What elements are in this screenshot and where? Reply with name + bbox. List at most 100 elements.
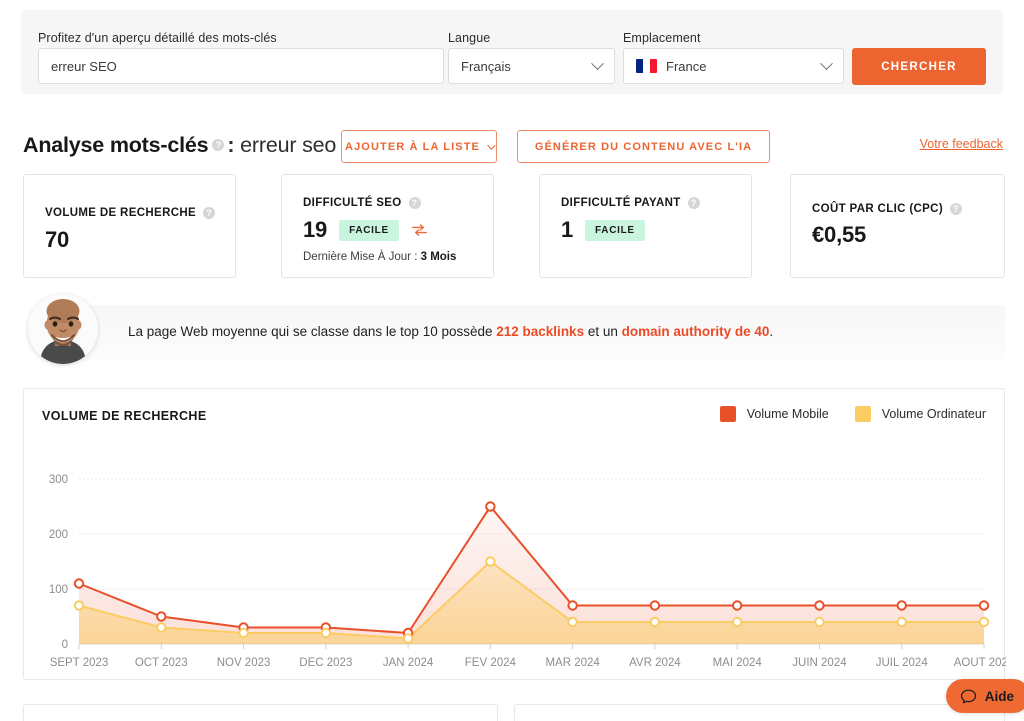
keyword-input[interactable] bbox=[51, 58, 431, 74]
x-axis-tick: FEV 2024 bbox=[465, 657, 517, 669]
data-point bbox=[814, 616, 825, 628]
data-point bbox=[649, 600, 661, 611]
x-axis-tick: NOV 2023 bbox=[217, 657, 271, 669]
metric-card-subtext: Dernière Mise À Jour : 3 Mois bbox=[303, 251, 457, 263]
x-axis-tick: JUIN 2024 bbox=[792, 657, 847, 669]
data-point bbox=[485, 556, 496, 567]
legend-swatch-mobile bbox=[719, 406, 736, 422]
chevron-down-icon bbox=[820, 56, 833, 70]
data-point bbox=[567, 600, 578, 611]
help-chat-label: Aide bbox=[984, 688, 1014, 704]
help-icon[interactable]: ? bbox=[212, 139, 225, 152]
keyword-input-label: Profitez d'un aperçu détaillé des mots-c… bbox=[38, 31, 277, 45]
data-point bbox=[567, 616, 578, 628]
metric-card-cpc: COÛT PAR CLIC (CPC) ? €0,55 bbox=[790, 174, 1005, 278]
help-icon[interactable]: ? bbox=[687, 197, 700, 209]
y-axis-tick: 0 bbox=[62, 639, 68, 651]
data-point bbox=[73, 600, 85, 611]
x-axis-tick: OCT 2023 bbox=[135, 657, 188, 669]
x-axis-tick: JAN 2024 bbox=[383, 657, 434, 669]
data-point bbox=[649, 616, 661, 628]
chart-svg: 0 100 200 300 SEPT 2023 OCT 2023 NOV 2023 DEC 2… bbox=[49, 474, 1006, 669]
chart-legend: Volume Mobile Volume Ordinateur bbox=[719, 406, 986, 422]
help-icon[interactable]: ? bbox=[203, 207, 216, 219]
tip-banner-text: La page Web moyenne qui se classe dans l… bbox=[128, 324, 774, 339]
generate-ai-content-label: GÉNÉRER DU CONTENU AVEC L'IA bbox=[534, 140, 753, 153]
y-axis-tick: 200 bbox=[49, 529, 68, 541]
location-select[interactable]: France bbox=[623, 48, 844, 84]
page-title-keyword: erreur seo bbox=[240, 133, 337, 157]
data-point bbox=[731, 616, 743, 628]
search-button[interactable]: CHERCHER bbox=[852, 48, 986, 85]
refresh-icon[interactable] bbox=[411, 222, 428, 238]
metric-card-label: DIFFICULTÉ SEO ? bbox=[303, 197, 421, 209]
language-select-label: Langue bbox=[448, 31, 491, 45]
chevron-down-icon bbox=[487, 140, 496, 150]
data-point bbox=[320, 627, 332, 639]
chart-title: VOLUME DE RECHERCHE bbox=[42, 409, 207, 423]
add-to-list-button[interactable]: AJOUTER À LA LISTE bbox=[341, 130, 497, 163]
page-header: Analyse mots-clés?: erreur seo AJOUTER À… bbox=[23, 130, 1003, 164]
metric-card-seo-difficulty: DIFFICULTÉ SEO ? 19 FACILE Dernière Mise… bbox=[281, 174, 494, 278]
help-icon[interactable]: ? bbox=[408, 197, 421, 209]
data-point bbox=[978, 600, 990, 611]
help-icon[interactable]: ? bbox=[950, 203, 963, 215]
data-point bbox=[485, 501, 496, 512]
x-axis-tick: AOUT 2024 bbox=[954, 657, 1006, 669]
chevron-down-icon bbox=[591, 56, 604, 70]
avatar bbox=[28, 294, 98, 364]
add-to-list-label: AJOUTER À LA LISTE bbox=[345, 140, 480, 153]
metric-card-label: DIFFICULTÉ PAYANT ? bbox=[561, 197, 700, 209]
data-point bbox=[896, 616, 907, 628]
metric-card-value: 19 bbox=[303, 217, 328, 242]
chart-plot-area[interactable]: 0 100 200 300 SEPT 2023 OCT 2023 NOV 2023 DEC 2… bbox=[24, 439, 1006, 681]
tip-highlight-authority: domain authority de 40 bbox=[621, 324, 770, 339]
metric-card-value: €0,55 bbox=[812, 222, 867, 247]
legend-item-mobile[interactable]: Volume Mobile bbox=[719, 406, 829, 422]
location-select-label: Emplacement bbox=[623, 31, 701, 45]
x-axis-tick: MAR 2024 bbox=[545, 657, 600, 669]
x-axis-tick: MAI 2024 bbox=[713, 657, 763, 669]
x-axis-tick: SEPT 2023 bbox=[50, 657, 109, 669]
metric-card-value: 1 bbox=[561, 217, 574, 242]
legend-label-desktop: Volume Ordinateur bbox=[881, 407, 986, 421]
metric-cards: VOLUME DE RECHERCHE ? 70 DIFFICULTÉ SEO … bbox=[23, 174, 1005, 278]
x-axis-tick: AVR 2024 bbox=[629, 657, 681, 669]
keyword-input-wrapper[interactable] bbox=[38, 48, 444, 84]
data-point bbox=[73, 578, 85, 589]
page-title: Analyse mots-clés?: erreur seo bbox=[23, 130, 336, 160]
metric-card-value-row: 1 FACILE bbox=[561, 217, 645, 243]
metric-card-label: VOLUME DE RECHERCHE ? bbox=[45, 207, 216, 219]
data-point bbox=[731, 600, 743, 611]
y-axis-tick: 300 bbox=[49, 474, 68, 486]
data-point bbox=[896, 600, 907, 611]
language-select[interactable]: Français bbox=[448, 48, 615, 84]
metric-card-value-row: 19 FACILE bbox=[303, 217, 428, 243]
data-point bbox=[238, 627, 249, 639]
person-avatar-image bbox=[28, 294, 98, 364]
feedback-link[interactable]: Votre feedback bbox=[920, 137, 1003, 151]
keyword-search-bar: Profitez d'un aperçu détaillé des mots-c… bbox=[21, 10, 1003, 94]
data-point bbox=[402, 633, 414, 644]
status-badge: FACILE bbox=[339, 219, 399, 241]
flag-france-icon bbox=[636, 59, 657, 73]
data-point bbox=[156, 611, 167, 622]
generate-ai-content-button[interactable]: GÉNÉRER DU CONTENU AVEC L'IA bbox=[517, 130, 770, 163]
legend-swatch-desktop bbox=[854, 406, 871, 422]
x-axis-tick: JUIL 2024 bbox=[876, 657, 929, 669]
data-point bbox=[978, 616, 990, 628]
metric-card-label: COÛT PAR CLIC (CPC) ? bbox=[812, 203, 963, 215]
language-select-value: Français bbox=[461, 58, 511, 74]
legend-item-desktop[interactable]: Volume Ordinateur bbox=[854, 406, 986, 422]
metric-card-paid-difficulty: DIFFICULTÉ PAYANT ? 1 FACILE bbox=[539, 174, 752, 278]
page-title-separator: : bbox=[227, 133, 235, 157]
bottom-panel-right bbox=[514, 704, 1005, 721]
tip-banner: La page Web moyenne qui se classe dans l… bbox=[23, 294, 1005, 364]
location-select-value: France bbox=[666, 58, 707, 74]
bottom-panel-left bbox=[23, 704, 498, 721]
data-point bbox=[814, 600, 825, 611]
tip-highlight-backlinks: 212 backlinks bbox=[496, 324, 585, 339]
data-point bbox=[156, 622, 167, 633]
page-title-main: Analyse mots-clés bbox=[23, 133, 209, 157]
help-chat-button[interactable]: Aide bbox=[945, 679, 1024, 713]
